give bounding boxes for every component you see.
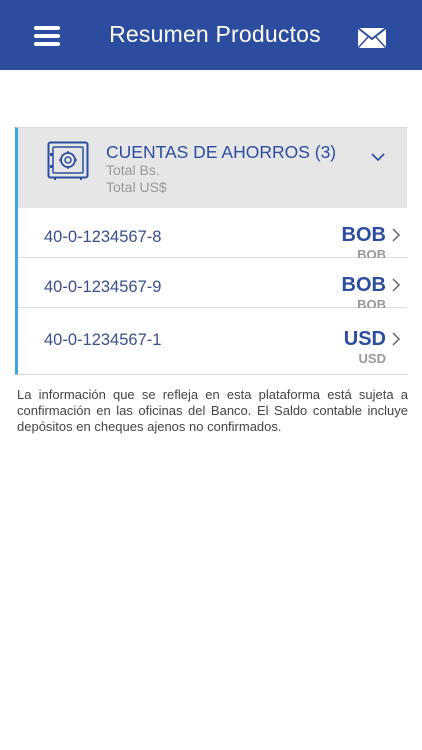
currency-code: BOB <box>341 224 386 246</box>
total-bs-label: Total Bs. <box>106 162 160 178</box>
chevron-down-icon[interactable] <box>371 152 385 162</box>
currency-sub: USD <box>358 351 386 366</box>
currency-code: USD <box>343 328 386 350</box>
account-number: 40-0-1234567-1 <box>44 331 162 349</box>
account-row[interactable]: 40-0-1234567-9 BOB BOB <box>18 258 407 312</box>
envelope-icon <box>357 27 387 49</box>
page-title: Resumen Productos <box>109 21 321 47</box>
account-number: 40-0-1234567-9 <box>44 278 162 296</box>
total-usd-label: Total US$ <box>106 179 167 195</box>
mail-button[interactable] <box>354 25 390 51</box>
account-number: 40-0-1234567-8 <box>44 228 162 246</box>
savings-accounts-card: CUENTAS DE AHORROS (3) Total Bs. Total U… <box>15 127 407 375</box>
account-row[interactable]: 40-0-1234567-1 USD USD <box>18 308 407 374</box>
safe-icon <box>47 141 89 180</box>
savings-accounts-header[interactable]: CUENTAS DE AHORROS (3) Total Bs. Total U… <box>18 128 407 208</box>
chevron-right-icon <box>392 278 401 292</box>
currency-code: BOB <box>341 274 386 296</box>
chevron-right-icon <box>392 332 401 346</box>
disclaimer-text: La información que se refleja en esta pl… <box>17 387 408 434</box>
chevron-right-icon <box>392 228 401 242</box>
card-title: CUENTAS DE AHORROS (3) <box>106 142 337 162</box>
app-header: Resumen Productos <box>0 0 422 70</box>
menu-button[interactable] <box>28 23 66 49</box>
account-row[interactable]: 40-0-1234567-8 BOB BOB <box>18 208 407 262</box>
